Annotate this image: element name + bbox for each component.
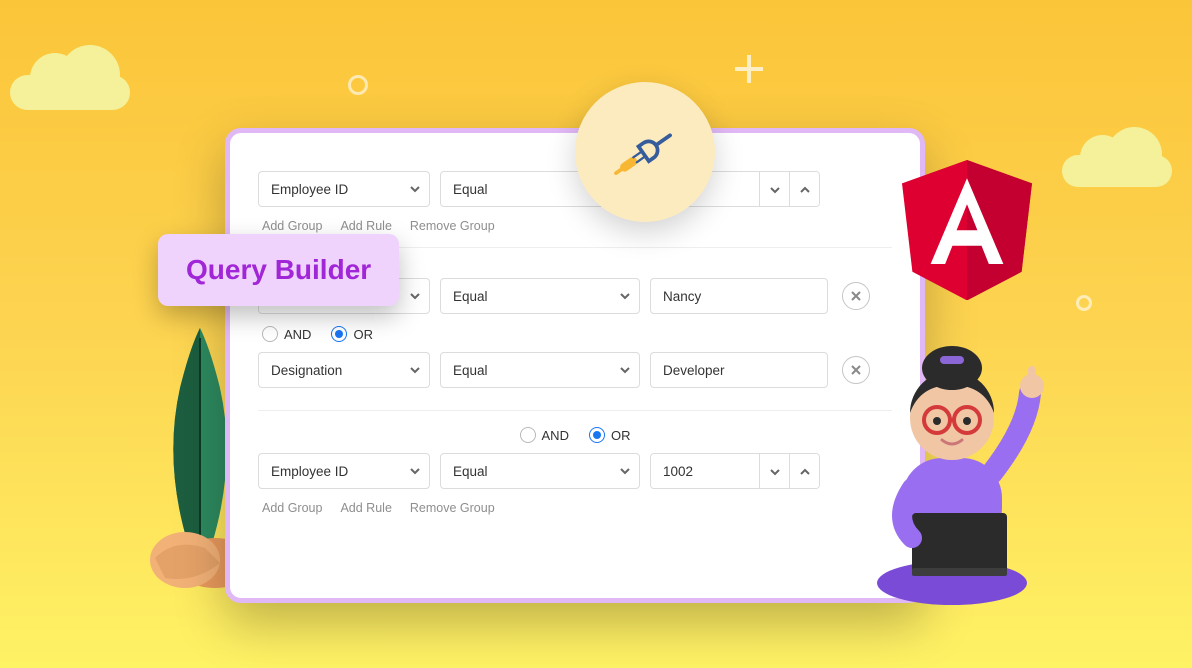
add-rule-link[interactable]: Add Rule <box>340 501 391 515</box>
chevron-down-icon <box>409 465 421 477</box>
stepper-up-button[interactable] <box>789 454 819 489</box>
stepper-up-button[interactable] <box>789 172 819 207</box>
chevron-down-icon <box>409 364 421 376</box>
radio-icon <box>331 326 347 342</box>
rule-row: Employee ID Equal <box>258 171 892 207</box>
add-group-link[interactable]: Add Group <box>262 219 322 233</box>
value-input[interactable]: Nancy <box>650 278 828 314</box>
radio-icon <box>262 326 278 342</box>
group-actions: Add Group Add Rule Remove Group <box>258 215 892 233</box>
cloud-decoration <box>10 75 130 110</box>
group-actions: Add Group Add Rule Remove Group <box>258 497 892 515</box>
rule-row: Designation Equal Developer <box>258 352 892 388</box>
stepper-down-button[interactable] <box>759 454 789 489</box>
chevron-down-icon <box>619 290 631 302</box>
operator-select[interactable]: Equal <box>440 278 640 314</box>
or-radio[interactable]: OR <box>331 326 373 342</box>
remove-group-link[interactable]: Remove Group <box>410 501 495 515</box>
logic-selector: AND OR <box>258 423 892 453</box>
rule-group: AND OR Employee ID Equal <box>258 411 892 529</box>
field-value: Employee ID <box>271 182 348 197</box>
radio-icon <box>520 427 536 443</box>
plus-decoration <box>735 55 763 83</box>
radio-icon <box>589 427 605 443</box>
operator-value: Equal <box>453 182 488 197</box>
developer-avatar-icon <box>842 308 1062 608</box>
remove-group-link[interactable]: Remove Group <box>410 219 495 233</box>
logic-selector: AND OR <box>258 322 892 352</box>
and-radio[interactable]: AND <box>262 326 311 342</box>
value-stepper[interactable] <box>650 453 820 489</box>
chevron-down-icon <box>409 290 421 302</box>
operator-value: Equal <box>453 289 488 304</box>
circle-decoration <box>348 75 368 95</box>
field-value: Designation <box>271 363 342 378</box>
rule-row: Employee ID Equal <box>258 453 892 489</box>
field-select[interactable]: Employee ID <box>258 453 430 489</box>
stepper-input[interactable] <box>651 454 759 488</box>
value-input[interactable]: Developer <box>650 352 828 388</box>
circle-decoration <box>1076 295 1092 311</box>
field-value: Employee ID <box>271 464 348 479</box>
badge-title: Query Builder <box>186 254 371 285</box>
chevron-down-icon <box>619 465 631 477</box>
angular-logo-icon <box>902 160 1032 300</box>
chevron-down-icon <box>619 364 631 376</box>
plug-icon <box>575 82 715 222</box>
add-group-link[interactable]: Add Group <box>262 501 322 515</box>
operator-select[interactable]: Equal <box>440 453 640 489</box>
or-radio[interactable]: OR <box>589 427 631 443</box>
cloud-decoration <box>1062 155 1172 187</box>
value-text: Nancy <box>663 289 701 304</box>
operator-select[interactable]: Equal <box>440 352 640 388</box>
query-builder-panel: Employee ID Equal Add Group Add Rule Rem… <box>225 128 925 603</box>
chevron-down-icon <box>409 183 421 195</box>
value-text: Developer <box>663 363 725 378</box>
and-radio[interactable]: AND <box>520 427 569 443</box>
field-select[interactable]: Employee ID <box>258 171 430 207</box>
query-builder-badge: Query Builder <box>158 234 399 306</box>
stepper-down-button[interactable] <box>759 172 789 207</box>
operator-value: Equal <box>453 363 488 378</box>
delete-rule-button[interactable] <box>842 282 870 310</box>
field-select[interactable]: Designation <box>258 352 430 388</box>
operator-value: Equal <box>453 464 488 479</box>
add-rule-link[interactable]: Add Rule <box>340 219 391 233</box>
